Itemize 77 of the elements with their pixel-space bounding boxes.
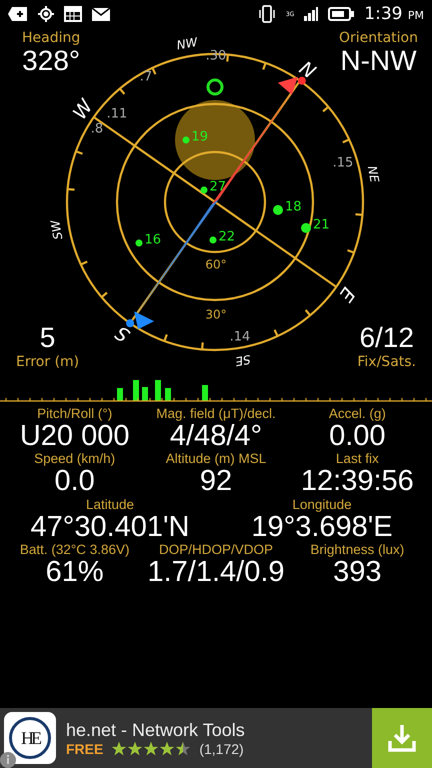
star-icon [143,741,160,756]
calendar-icon [64,6,82,22]
mail-icon [92,8,110,20]
reading-label: Last fix [336,451,379,466]
reading-value: 19°3.698'E [251,512,393,542]
satellite-number: 21 [313,218,330,233]
orientation-value: N-NW [340,46,417,77]
direction-label: SW [48,219,66,241]
add-tag-icon [8,7,28,21]
price-label: FREE [66,740,104,756]
heading-label: Heading [22,30,80,46]
direction-label: SE [234,352,252,368]
vibrate-icon [258,5,276,23]
star-icon [127,741,144,756]
ad-banner[interactable]: HE he.net - Network Tools FREE (1,172) [0,708,432,768]
target-ring-icon [206,78,224,96]
battery-icon [328,7,354,21]
reading-value: 12:39:56 [300,466,414,497]
reading-label: Accel. (g) [328,406,386,421]
satellite-dot [273,205,283,215]
star-icon [111,741,128,756]
bearing-number: .15 [332,156,354,171]
reading-value: 4/48/4° [170,421,262,452]
status-time: 1:39 PM [364,4,424,24]
fix-value: 6/12 [359,323,414,354]
satellite-dot [136,240,142,246]
reading-label: Longitude [292,496,352,512]
elevation-label: 30° [205,307,227,322]
error-label: Error (m) [16,354,80,370]
satellite-dot [182,136,190,144]
reading-label: Brightness (lux) [310,542,404,558]
reading-label: DOP/HDOP/VDOP [158,542,273,558]
reading-value: 0.0 [54,466,95,497]
reading-value: 92 [200,466,232,497]
reading-value: 47°30.401'N [30,512,190,542]
bearing-number: .7 [140,70,152,85]
reading-value: 393 [333,557,382,588]
direction-label: NE [364,164,382,184]
reading-label: Latitude [86,496,134,512]
reading-value: 1.7/1.4/0.9 [147,557,285,588]
bearing-number: .14 [230,330,250,345]
reading-label: Batt. (32°C 3.86V) [20,542,130,558]
direction-label: NW [176,35,199,52]
satellite-number: 22 [218,230,236,245]
bearing-number: .8 [90,122,104,137]
star-icon [159,741,176,756]
reading-value: 0.00 [329,421,386,452]
satellite-dot [301,223,311,233]
signal-icon [304,7,318,21]
satellite-number: 16 [144,232,162,248]
satellite-number: 19 [192,130,208,145]
reading-label: Pitch/Roll (°) [37,406,112,421]
orientation-label: Orientation [338,30,418,46]
error-value: 5 [40,323,56,354]
heading-value: 328° [22,46,80,77]
satellite-dot [200,186,208,194]
ad-title: he.net - Network Tools [66,720,246,740]
info-icon[interactable] [0,752,16,768]
location-icon [38,6,54,22]
direction-label: E [334,283,360,306]
direction-label: W [68,96,98,124]
reading-label: Altitude (m) MSL [166,451,266,466]
direction-label: S [112,321,134,346]
reading-value: U20 000 [20,421,130,452]
review-count: (1,172) [199,740,244,756]
satellite-number: 27 [210,180,226,195]
satellite-number: 18 [285,200,302,215]
elevation-label: 60° [205,257,227,272]
satellite-dot [210,236,216,244]
direction-label: N [295,57,320,84]
reading-label: Mag. field (μT)/decl. [156,406,276,421]
download-icon [387,723,417,753]
reading-value: 61% [46,557,104,588]
bearing-number: .11 [106,106,128,122]
reading-label: Speed (km/h) [34,451,116,466]
fix-label: Fix/Sats. [357,354,416,370]
star-icon [175,741,192,756]
